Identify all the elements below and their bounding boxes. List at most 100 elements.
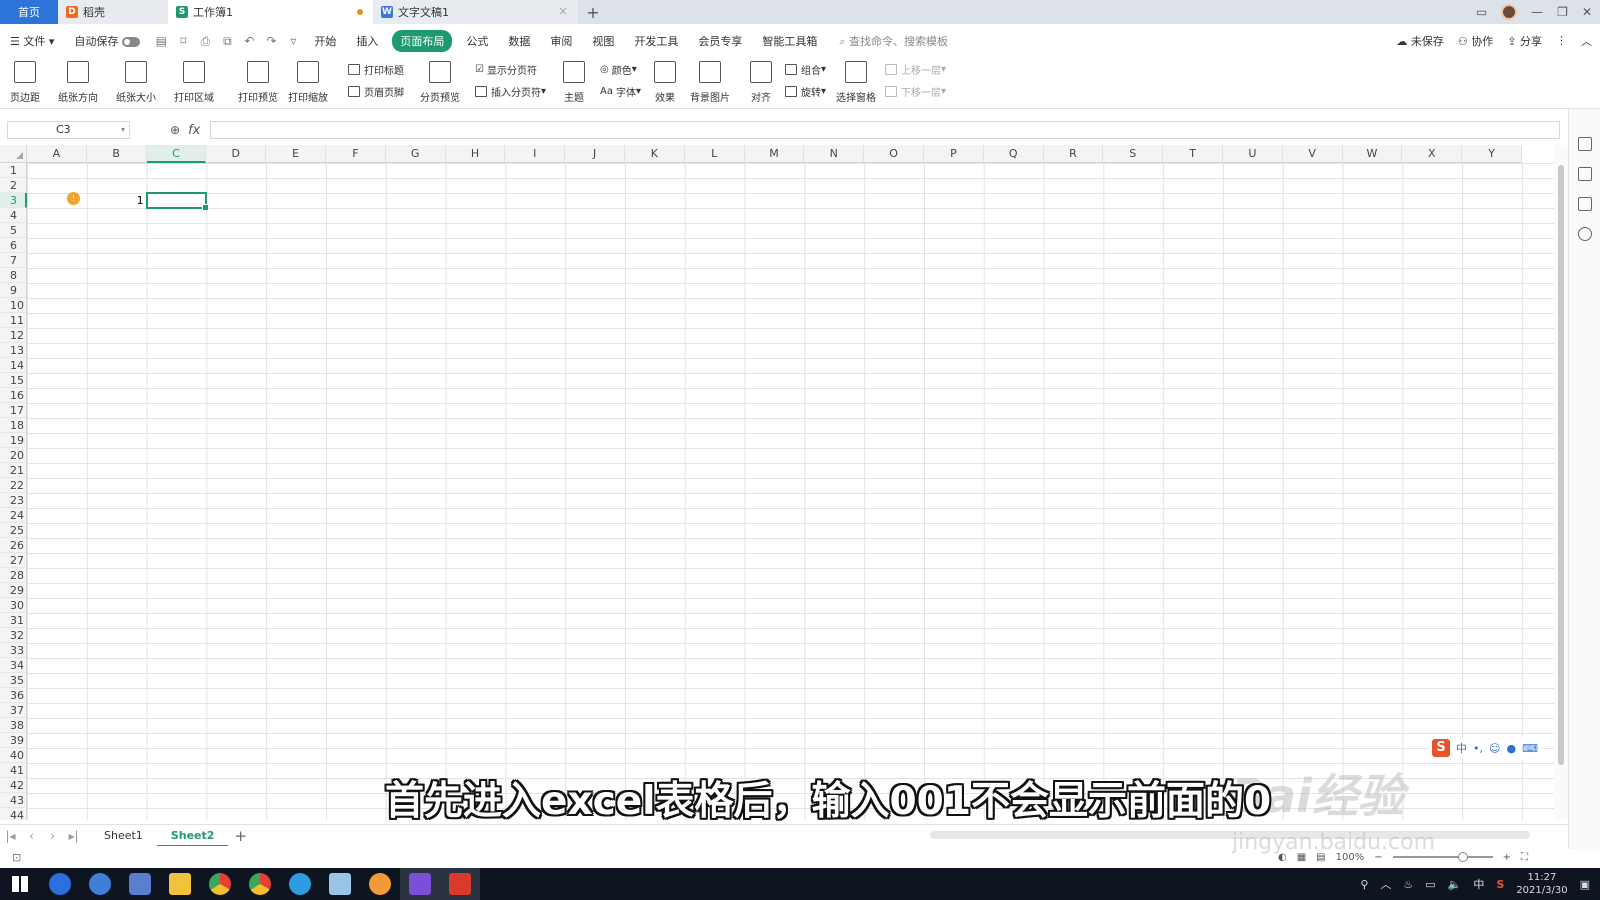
notepad-icon[interactable]	[320, 868, 360, 900]
row-header[interactable]: 43	[0, 793, 27, 808]
column-header-u[interactable]: U	[1223, 145, 1283, 163]
column-header-t[interactable]: T	[1163, 145, 1223, 163]
print-scale-button[interactable]: 打印缩放	[288, 57, 328, 104]
horizontal-scrollbar[interactable]	[930, 831, 1530, 839]
taskbar-lang[interactable]: 中	[1473, 876, 1484, 892]
row-header[interactable]: 14	[0, 358, 27, 373]
insert-break-button[interactable]: 插入分页符 ▾	[475, 84, 546, 99]
fx-icon[interactable]: fx	[188, 123, 200, 138]
column-header-s[interactable]: S	[1103, 145, 1164, 163]
row-header[interactable]: 24	[0, 508, 27, 523]
vertical-scrollbar[interactable]	[1554, 145, 1568, 820]
row-header[interactable]: 22	[0, 478, 27, 493]
column-header-n[interactable]: N	[804, 145, 865, 163]
unsaved-button[interactable]: ☁ 未保存	[1396, 33, 1444, 49]
fonts-button[interactable]: Aa 字体 ▾	[600, 84, 641, 99]
column-header-d[interactable]: D	[206, 145, 267, 163]
save-icon[interactable]: ▤	[154, 34, 168, 48]
row-header[interactable]: 33	[0, 643, 27, 658]
row-header[interactable]: 1	[0, 163, 27, 178]
undo-icon[interactable]: ↶	[242, 34, 256, 48]
selected-cell[interactable]	[145, 192, 210, 211]
last-sheet-icon[interactable]: ▸|	[63, 829, 84, 843]
column-header-y[interactable]: Y	[1462, 145, 1522, 163]
selection-pane-button[interactable]: 选择窗格	[836, 57, 876, 104]
row-header[interactable]: 21	[0, 463, 27, 478]
row-header[interactable]: 34	[0, 658, 27, 673]
row-header[interactable]: 5	[0, 223, 27, 238]
row-header[interactable]: 26	[0, 538, 27, 553]
row-header[interactable]: 37	[0, 703, 27, 718]
column-header-p[interactable]: P	[924, 145, 984, 163]
row-header[interactable]: 15	[0, 373, 27, 388]
row-header[interactable]: 17	[0, 403, 27, 418]
row-header[interactable]: 31	[0, 613, 27, 628]
row-header[interactable]: 39	[0, 733, 27, 748]
customize-icon[interactable]: ▿	[286, 34, 300, 48]
backup-icon[interactable]	[1578, 197, 1592, 211]
tab-home[interactable]: 首页	[0, 0, 58, 24]
zoom-in-icon[interactable]: +	[1503, 852, 1511, 863]
avatar[interactable]	[1501, 4, 1518, 20]
row-header[interactable]: 28	[0, 568, 27, 583]
file-explorer-icon[interactable]	[160, 868, 200, 900]
row-header[interactable]: 11	[0, 313, 27, 328]
command-search[interactable]: ⌕ 查找命令、搜索模板	[839, 33, 948, 49]
row-header[interactable]: 7	[0, 253, 27, 268]
row-header[interactable]: 9	[0, 283, 27, 298]
menu-item-start[interactable]: 开始	[304, 33, 346, 49]
redo-icon[interactable]: ↷	[264, 34, 278, 48]
notification-icon[interactable]: ▣	[1580, 878, 1590, 891]
edge-icon[interactable]	[280, 868, 320, 900]
print-icon[interactable]: ⎙	[198, 34, 212, 48]
prev-sheet-icon[interactable]: ‹	[21, 829, 42, 843]
warning-icon[interactable]: !	[67, 192, 80, 205]
chrome-icon[interactable]	[200, 868, 240, 900]
colors-button[interactable]: ◎ 颜色 ▾	[600, 62, 637, 77]
sogou-icon[interactable]: S	[1432, 739, 1450, 757]
minimize-icon[interactable]: —	[1531, 5, 1543, 19]
tab-word[interactable]: W 文字文稿1 ×	[373, 0, 578, 24]
windows-start-icon[interactable]	[0, 868, 40, 900]
sogou-app-icon[interactable]	[80, 868, 120, 900]
name-box[interactable]: C3	[7, 121, 130, 139]
collab-button[interactable]: ⚇ 协作	[1458, 33, 1493, 49]
row-header[interactable]: 44	[0, 808, 27, 820]
select-icon[interactable]	[1578, 167, 1592, 181]
zoom-formula-icon[interactable]: ⊕	[170, 123, 180, 137]
tab-workbook[interactable]: S 工作簿1	[168, 0, 373, 24]
file-menu[interactable]: ☰ 文件 ▾	[0, 33, 64, 49]
column-header-o[interactable]: O	[864, 145, 924, 163]
emoji-icon[interactable]: ☺	[1489, 742, 1500, 755]
close-icon[interactable]: ✕	[1582, 5, 1592, 19]
column-header-m[interactable]: M	[744, 145, 805, 163]
menu-item-formula[interactable]: 公式	[456, 33, 498, 49]
tray-app-icon[interactable]: ♨	[1403, 878, 1413, 891]
page-break-preview-button[interactable]: 分页预览	[420, 57, 460, 104]
cell-area[interactable]	[27, 163, 1554, 820]
bring-forward-button[interactable]: 上移一层 ▾	[885, 62, 946, 77]
row-header[interactable]: 18	[0, 418, 27, 433]
first-sheet-icon[interactable]: |◂	[0, 829, 21, 843]
column-header-w[interactable]: W	[1342, 145, 1403, 163]
people-icon[interactable]: ⚲	[1360, 878, 1368, 891]
window-layout-icon[interactable]: ▭	[1476, 5, 1487, 19]
header-footer-button[interactable]: 页眉页脚	[348, 84, 404, 99]
column-header-x[interactable]: X	[1402, 145, 1463, 163]
row-header[interactable]: 42	[0, 778, 27, 793]
close-tab-icon[interactable]: ×	[558, 4, 568, 18]
row-header[interactable]: 12	[0, 328, 27, 343]
feather-app-icon[interactable]	[40, 868, 80, 900]
restore-icon[interactable]: ❐	[1557, 5, 1568, 19]
row-header[interactable]: 29	[0, 583, 27, 598]
tab-docer[interactable]: D 稻壳	[58, 0, 168, 24]
menu-item-page-layout[interactable]: 页面布局	[392, 29, 453, 52]
properties-icon[interactable]	[1578, 137, 1592, 151]
column-header-v[interactable]: V	[1282, 145, 1343, 163]
next-sheet-icon[interactable]: ›	[42, 829, 63, 843]
rotate-button[interactable]: 旋转 ▾	[785, 84, 826, 99]
menu-item-data[interactable]: 数据	[498, 33, 540, 49]
column-header-r[interactable]: R	[1043, 145, 1104, 163]
row-header[interactable]: 35	[0, 673, 27, 688]
sheet-tab-sheet1[interactable]: Sheet1	[90, 825, 157, 847]
